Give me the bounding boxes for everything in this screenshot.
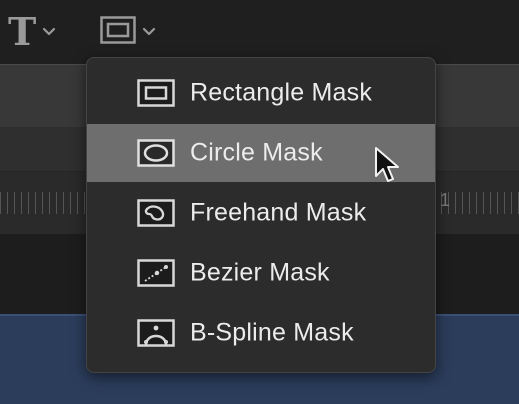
menu-item-label: Freehand Mask [190,198,367,227]
menu-item-label: Circle Mask [190,138,323,167]
text-tool-icon: T [8,9,37,54]
ruler-number: 1 [440,190,451,210]
text-tool-button[interactable]: T [8,10,56,54]
toolbar: T [0,0,519,64]
menu-item-rectangle-mask[interactable]: Rectangle Mask [87,64,435,122]
mask-tool-button[interactable] [100,10,156,54]
mask-tool-menu: Rectangle Mask Circle Mask Freehand Mask [86,57,436,373]
chevron-down-icon[interactable] [42,27,56,37]
menu-item-label: B-Spline Mask [190,318,354,347]
menu-item-bezier-mask[interactable]: Bezier Mask [87,244,435,302]
rectangle-mask-icon [137,79,175,107]
menu-item-label: Rectangle Mask [190,78,373,107]
menu-item-bspline-mask[interactable]: B-Spline Mask [87,304,435,362]
mask-rectangle-icon [100,15,136,49]
chevron-down-icon[interactable] [142,27,156,37]
menu-item-freehand-mask[interactable]: Freehand Mask [87,184,435,242]
circle-mask-icon [137,139,175,167]
bspline-mask-icon [137,319,175,347]
menu-item-label: Bezier Mask [190,258,330,287]
freehand-mask-icon [137,199,175,227]
mouse-pointer-icon [374,146,402,186]
bezier-mask-icon [137,259,175,287]
